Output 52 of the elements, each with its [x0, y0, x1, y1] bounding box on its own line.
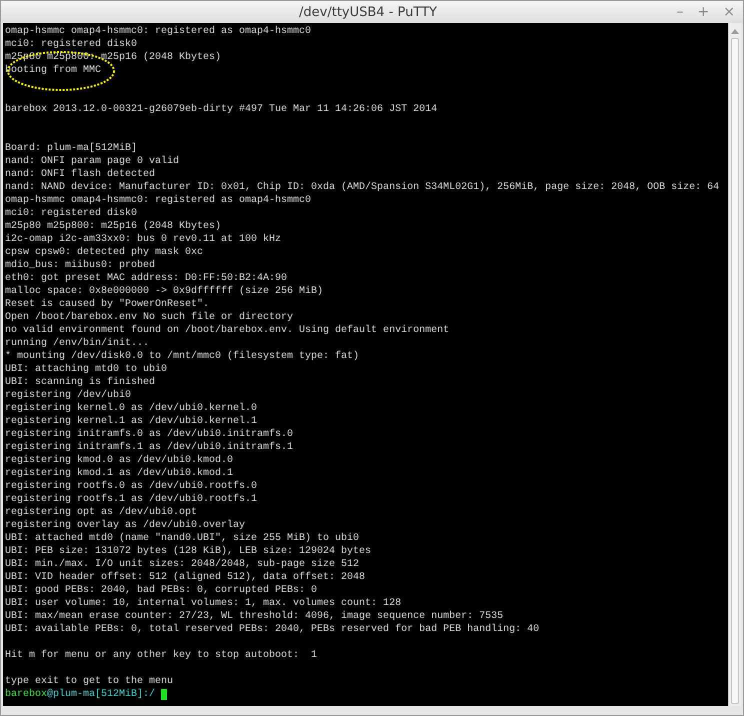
terminal-line: running /env/bin/init...	[4, 337, 150, 350]
terminal-line: nand: NAND device: Manufacturer ID: 0x01, Chip ID: 0xda (AMD/Spansion S34ML02G1), 256MiB, page size: 2048, OOB size: 64	[4, 181, 720, 194]
terminal-line: registering rootfs.1 as /dev/ubi0.rootfs.1	[4, 493, 258, 506]
terminal-line: Board: plum-ma[512MiB]	[4, 142, 138, 155]
minimize-button[interactable]: –	[676, 4, 684, 20]
terminal-line: Hit m for menu or any other key to stop autoboot: 1	[4, 649, 318, 662]
terminal-line: UBI: max/mean erase counter: 27/23, WL threshold: 4096, image sequence number: 7535	[4, 610, 504, 623]
prompt-text: barebox	[5, 688, 48, 701]
terminal-line: Open /boot/barebox.env No such file or directory	[4, 311, 294, 324]
terminal-line: m25p80 m25p800: m25p16 (2048 Kbytes)	[4, 220, 222, 233]
terminal-line: registering kmod.1 as /dev/ubi0.kmod.1	[4, 467, 234, 480]
terminal-line: nand: ONFI flash detected	[4, 168, 156, 181]
terminal-line: registering overlay as /dev/ubi0.overlay	[4, 519, 246, 532]
terminal-line: UBI: available PEBs: 0, total reserved PEBs: 2040, PEBs reserved for bad PEB handling: 40	[4, 623, 540, 636]
terminal-line: mdio_bus: miibus0: probed	[4, 259, 156, 272]
terminal-line: booting from MMC	[4, 64, 102, 77]
terminal-line: omap-hsmmc omap4-hsmmc0: registered as omap4-hsmmc0	[4, 194, 312, 207]
terminal-line: Reset is caused by "PowerOnReset".	[4, 298, 210, 311]
maximize-button[interactable]: +	[698, 4, 710, 20]
terminal-line: UBI: attaching mtd0 to ubi0	[4, 363, 168, 376]
terminal-line: omap-hsmmc omap4-hsmmc0: registered as omap4-hsmmc0	[4, 25, 312, 38]
terminal-line: malloc space: 0x8e000000 -> 0x9dffffff (size 256 MiB)	[4, 285, 324, 298]
terminal-line: mci0: registered disk0	[4, 38, 138, 51]
terminal-line: no valid environment found on /boot/barebox.env. Using default environment	[4, 324, 450, 337]
terminal-line: registering kernel.0 as /dev/ubi0.kernel.0	[4, 402, 258, 415]
window-title: /dev/ttyUSB4 - PuTTY	[298, 4, 438, 20]
terminal-line: UBI: good PEBs: 2040, bad PEBs: 0, corrupted PEBs: 0	[4, 584, 318, 597]
terminal-line: i2c-omap i2c-am33xx0: bus 0 rev0.11 at 100 kHz	[4, 233, 282, 246]
scrollbar-thumb[interactable]	[731, 38, 739, 704]
terminal-line: UBI: user volume: 10, internal volumes: 1, max. volumes count: 128	[4, 597, 402, 610]
terminal-line: barebox 2013.12.0-00321-g26079eb-dirty #497 Tue Mar 11 14:26:06 JST 2014	[4, 103, 438, 116]
terminal-line: UBI: PEB size: 131072 bytes (128 KiB), LEB size: 129024 bytes	[4, 545, 372, 558]
terminal-line: * mounting /dev/disk0.0 to /mnt/mmc0 (filesystem type: fat)	[4, 350, 360, 363]
close-button[interactable]: ×	[723, 4, 735, 20]
terminal-line: registering initramfs.1 as /dev/ubi0.initramfs.1	[4, 441, 294, 454]
terminal-line: type exit to get to the menu	[4, 675, 174, 688]
terminal-line: UBI: scanning is finished	[4, 376, 156, 389]
terminal-line: mci0: registered disk0	[4, 207, 138, 220]
terminal-line: registering initramfs.0 as /dev/ubi0.initramfs.0	[4, 428, 294, 441]
terminal-line: nand: ONFI param page 0 valid	[4, 155, 180, 168]
terminal-line: registering kernel.1 as /dev/ubi0.kernel.1	[4, 415, 258, 428]
terminal-line: registering kmod.0 as /dev/ubi0.kmod.0	[4, 454, 234, 467]
terminal-line: cpsw cpsw0: detected phy mask 0xc	[4, 246, 204, 259]
terminal-line: UBI: VID header offset: 512 (aligned 512), data offset: 2048	[4, 571, 366, 584]
prompt-text: @plum-ma[512MiB]:/	[47, 688, 156, 701]
terminal-line: registering rootfs.0 as /dev/ubi0.rootfs.0	[4, 480, 258, 493]
scrollbar[interactable]	[728, 23, 741, 706]
terminal-line: registering /dev/ubi0	[4, 389, 132, 402]
terminal-line: eth0: got preset MAC address: D0:FF:50:B2:4A:90	[4, 272, 288, 285]
terminal-line: UBI: attached mtd0 (name "nand0.UBI", size 255 MiB) to ubi0	[4, 532, 360, 545]
terminal-line: registering opt as /dev/ubi0.opt	[4, 506, 198, 519]
terminal-line: UBI: min./max. I/O unit sizes: 2048/2048, sub-page size 512	[4, 558, 360, 571]
